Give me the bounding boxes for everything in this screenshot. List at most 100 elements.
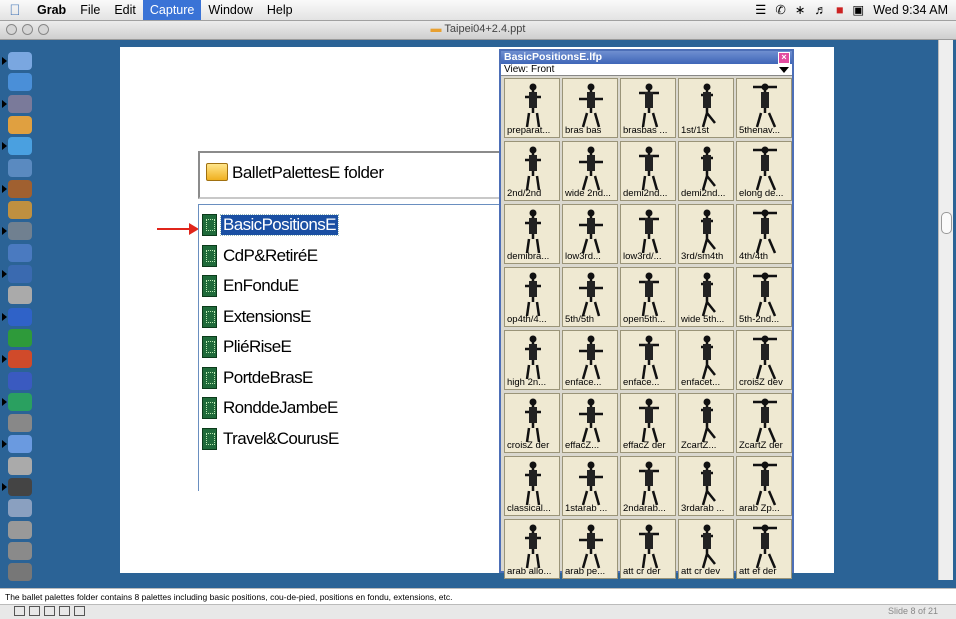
- pose-cell[interactable]: ZcartZ der: [736, 393, 792, 453]
- finder-icon[interactable]: [8, 52, 32, 70]
- vertical-scrollbar[interactable]: [938, 40, 953, 580]
- mail-icon[interactable]: [8, 94, 32, 113]
- pose-cell[interactable]: wide 2nd...: [562, 141, 618, 201]
- pose-cell[interactable]: high 2n...: [504, 330, 560, 390]
- bluetooth-icon[interactable]: ∗: [795, 0, 805, 20]
- phone-icon[interactable]: ✆: [775, 0, 785, 20]
- app-icon[interactable]: [8, 541, 32, 560]
- palette-file-item[interactable]: RonddeJambeE: [202, 396, 340, 420]
- pose-cell[interactable]: croisZ dev: [736, 330, 792, 390]
- pose-cell[interactable]: croisZ der: [504, 393, 560, 453]
- pose-cell[interactable]: 1starab ...: [562, 456, 618, 516]
- pose-cell[interactable]: op4th/4...: [504, 267, 560, 327]
- palette-file-item[interactable]: ExtensionsE: [202, 305, 313, 329]
- pose-cell[interactable]: wide 5th...: [678, 267, 734, 327]
- view-select[interactable]: View: Front: [501, 64, 792, 76]
- pose-cell[interactable]: brasbas ...: [620, 78, 676, 138]
- pose-cell[interactable]: 2nd/2nd: [504, 141, 560, 201]
- menu-capture[interactable]: Capture: [142, 0, 202, 20]
- messenger-icon[interactable]: [8, 392, 32, 411]
- image-icon[interactable]: [8, 499, 32, 518]
- pose-cell[interactable]: 3rd/sm4th: [678, 204, 734, 264]
- menu-clock[interactable]: Wed 9:34 AM: [873, 0, 948, 20]
- pose-cell[interactable]: elong de...: [736, 141, 792, 201]
- pose-cell[interactable]: enface...: [620, 330, 676, 390]
- sorter-view-icon[interactable]: [59, 606, 70, 616]
- powerpoint-icon[interactable]: [8, 350, 32, 369]
- pose-cell[interactable]: demi2nd...: [678, 141, 734, 201]
- pose-cell[interactable]: arab pe...: [562, 519, 618, 579]
- pose-cell[interactable]: demibra...: [504, 204, 560, 264]
- flag-icon[interactable]: ■: [836, 0, 844, 20]
- palette-file-item[interactable]: PortdeBrasE: [202, 366, 315, 390]
- safari-icon[interactable]: [8, 73, 32, 92]
- entourage-icon[interactable]: [8, 371, 32, 390]
- palette-file-item[interactable]: PliéRiseE: [202, 335, 293, 359]
- pose-cell[interactable]: 4th/4th: [736, 204, 792, 264]
- volume-icon[interactable]: ♬: [814, 0, 827, 20]
- slide-view-icon[interactable]: [44, 606, 55, 616]
- pose-cell[interactable]: att cr dev: [678, 519, 734, 579]
- apple-menu-icon[interactable]: : [0, 2, 30, 19]
- pose-cell[interactable]: 5thenav...: [736, 78, 792, 138]
- pose-cell[interactable]: 3rdarab ...: [678, 456, 734, 516]
- menu-help[interactable]: Help: [260, 0, 300, 20]
- preferences-icon[interactable]: [8, 222, 32, 241]
- word-icon[interactable]: [8, 307, 32, 326]
- pose-cell[interactable]: effacZ der: [620, 393, 676, 453]
- pose-cell[interactable]: enface...: [562, 330, 618, 390]
- pose-cell[interactable]: ZcartZ...: [678, 393, 734, 453]
- pose-cell[interactable]: bras bas: [562, 78, 618, 138]
- pose-cell[interactable]: 5th-2nd...: [736, 267, 792, 327]
- garageband-icon[interactable]: [8, 201, 32, 220]
- pose-cell[interactable]: low3rd/...: [620, 204, 676, 264]
- palette-file-item[interactable]: BasicPositionsE: [202, 213, 339, 237]
- pose-cell[interactable]: 1st/1st: [678, 78, 734, 138]
- trash-icon[interactable]: [8, 563, 32, 582]
- disk-icon[interactable]: [8, 286, 32, 305]
- preview-icon[interactable]: [8, 435, 32, 454]
- pose-cell[interactable]: att cr der: [620, 519, 676, 579]
- pose-cell[interactable]: 2ndarab...: [620, 456, 676, 516]
- pose-cell[interactable]: 5th/5th: [562, 267, 618, 327]
- imovie-icon[interactable]: [8, 179, 32, 198]
- terminal-icon[interactable]: [8, 478, 32, 496]
- pose-cell[interactable]: preparat...: [504, 78, 560, 138]
- pose-cell[interactable]: enfacet...: [678, 330, 734, 390]
- iphoto-icon[interactable]: [8, 158, 32, 177]
- pose-cell[interactable]: effacZ...: [562, 393, 618, 453]
- palette-close-icon[interactable]: ×: [778, 52, 790, 64]
- magnifier-icon[interactable]: [8, 520, 32, 539]
- outline-view-icon[interactable]: [29, 606, 40, 616]
- folder-header[interactable]: BalletPalettesE folder: [198, 151, 500, 199]
- pose-cell[interactable]: open5th...: [620, 267, 676, 327]
- menu-window[interactable]: Window: [201, 0, 259, 20]
- pose-cell[interactable]: att ef der: [736, 519, 792, 579]
- slide-notes[interactable]: The ballet palettes folder contains 8 pa…: [0, 588, 956, 604]
- pose-cell[interactable]: arab Zp...: [736, 456, 792, 516]
- search-icon[interactable]: [8, 265, 32, 283]
- excel-icon[interactable]: [8, 328, 32, 347]
- palette-file-item[interactable]: CdP&RetiréE: [202, 244, 320, 268]
- pose-cell[interactable]: demi2nd...: [620, 141, 676, 201]
- grab-icon[interactable]: [8, 456, 32, 475]
- display-icon[interactable]: ▣: [852, 0, 864, 20]
- pose-cell[interactable]: classical...: [504, 456, 560, 516]
- pose-cell[interactable]: arab allo...: [504, 519, 560, 579]
- textedit-icon[interactable]: [8, 414, 32, 433]
- scroll-thumb[interactable]: [941, 212, 952, 234]
- palette-title-bar[interactable]: BasicPositionsE.lfp ×: [501, 51, 792, 64]
- palette-file-item[interactable]: Travel&CourusE: [202, 427, 341, 451]
- menu-file[interactable]: File: [73, 0, 107, 20]
- palette-file-item[interactable]: EnFonduE: [202, 274, 301, 298]
- calendar-icon[interactable]: [8, 243, 32, 262]
- ical-icon[interactable]: [8, 115, 32, 134]
- menu-app-grab[interactable]: Grab: [30, 0, 73, 20]
- pose-cell[interactable]: low3rd...: [562, 204, 618, 264]
- wifi-icon[interactable]: ☰: [755, 0, 766, 20]
- slideshow-view-icon[interactable]: [74, 606, 85, 616]
- normal-view-icon[interactable]: [14, 606, 25, 616]
- menu-edit[interactable]: Edit: [107, 0, 143, 20]
- itunes-icon[interactable]: [8, 137, 32, 156]
- chevron-down-icon[interactable]: [779, 67, 789, 73]
